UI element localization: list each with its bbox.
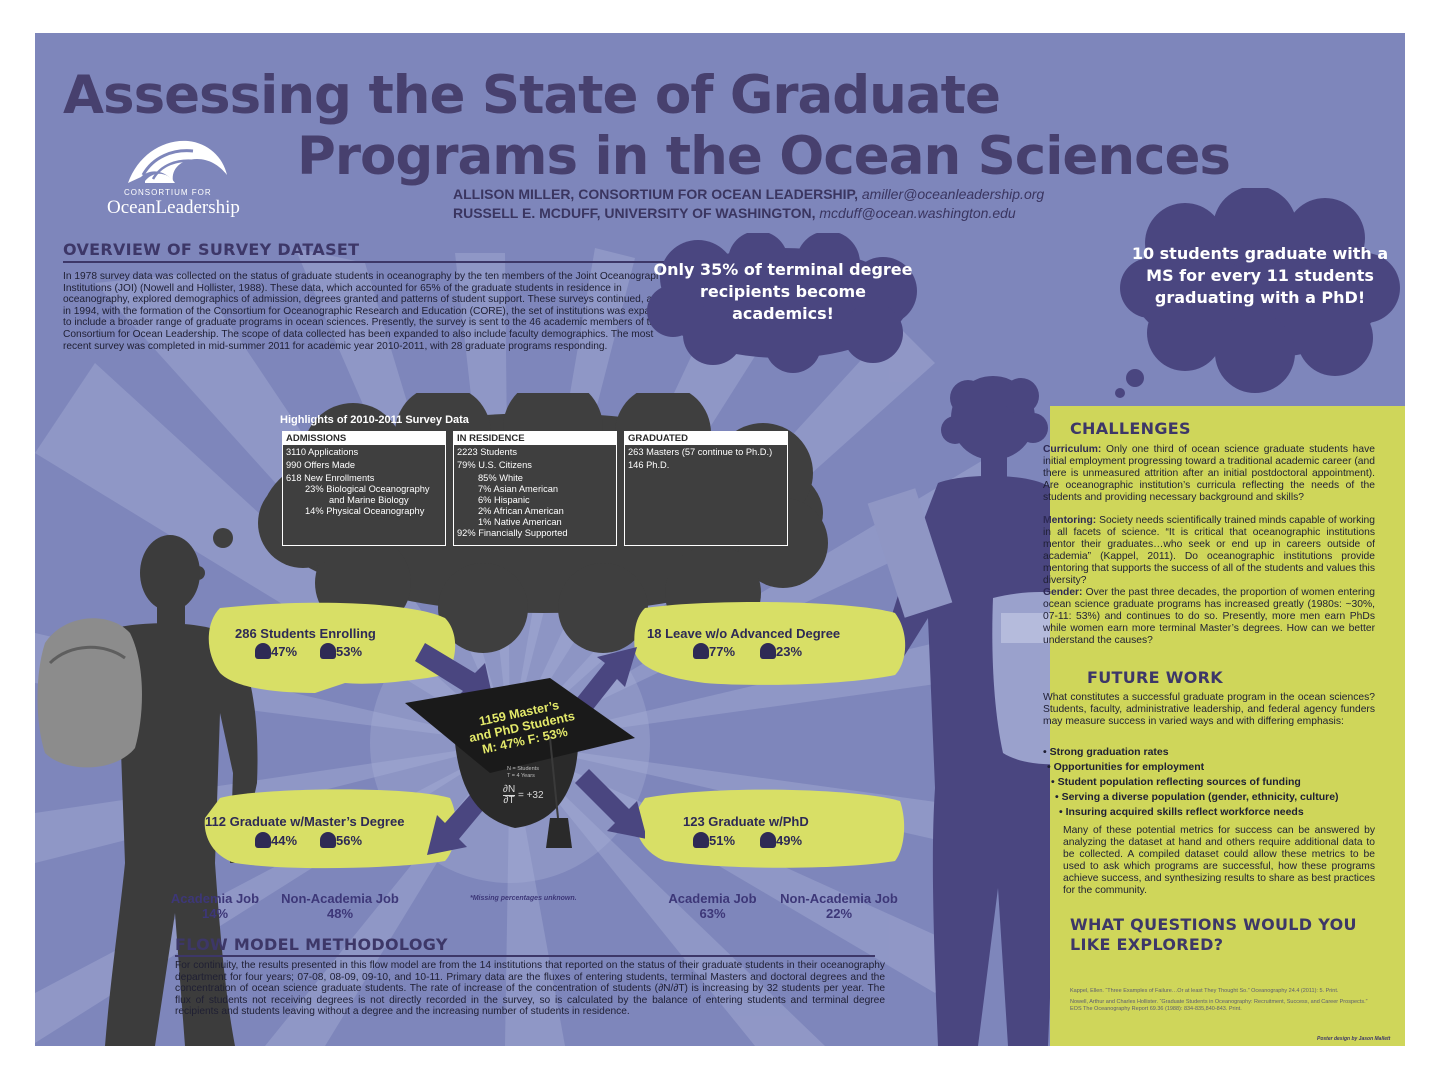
female-icon (320, 832, 336, 848)
leave-label: 18 Leave w/o Advanced Degree (647, 626, 841, 641)
overview-rule (63, 261, 668, 263)
poster: Assessing the State of Graduate Programs… (35, 33, 1405, 1046)
admissions-heading: ADMISSIONS (283, 432, 445, 445)
enrolling-female: 53% (320, 643, 362, 659)
male-icon (693, 643, 709, 659)
admissions-line: and Marine Biology (329, 495, 409, 505)
poster-title-line2: Programs in the Ocean Sciences (297, 126, 1231, 187)
residence-line: 6% Hispanic (478, 495, 530, 505)
enrolling-label: 286 Students Enrolling (235, 626, 376, 641)
graduated-line: 146 Ph.D. (628, 460, 670, 470)
highlights-title: Highlights of 2010-2011 Survey Data (280, 414, 469, 426)
cap-legend: N = Students T = 4 Years (507, 766, 539, 779)
future-work-closing: Many of these potential metrics for succ… (1063, 825, 1375, 896)
mentoring-paragraph: Mentoring: Society needs scientifically … (1043, 515, 1375, 586)
future-work-intro: What constitutes a successful graduate p… (1043, 692, 1375, 727)
enrolling-male: 47% (255, 643, 297, 659)
future-bullet: • Opportunities for employment (1047, 761, 1205, 773)
residence-box: IN RESIDENCE 2223 Students 79% U.S. Citi… (453, 431, 617, 546)
methodology-heading: FLOW MODEL METHODOLOGY (175, 935, 448, 954)
residence-line: 2% African American (478, 506, 564, 516)
residence-heading: IN RESIDENCE (454, 432, 616, 445)
reference-2: Nowell, Arthur and Charles Hollister. “G… (1070, 999, 1368, 1012)
author-1: ALLISON MILLER, CONSORTIUM FOR OCEAN LEA… (453, 186, 1045, 202)
logo-brand-text: OceanLeadership (107, 197, 240, 218)
masters-academia-job: Academia Job 14% (170, 891, 260, 921)
academics-cloud-text: Only 35% of terminal degree recipients b… (653, 260, 913, 323)
poster-title-line1: Assessing the State of Graduate (63, 65, 1001, 126)
ocean-leadership-logo: CONSORTIUM FOR OceanLeadership (107, 135, 247, 218)
admissions-line: 990 Offers Made (286, 460, 356, 470)
author-2: RUSSELL E. MCDUFF, UNIVERSITY OF WASHING… (453, 205, 1016, 221)
questions-heading: WHAT QUESTIONS WOULD YOU LIKE EXPLORED? (1070, 915, 1357, 954)
male-icon (255, 643, 271, 659)
admissions-box: ADMISSIONS 3110 Applications 990 Offers … (282, 431, 446, 546)
graduated-line: 263 Masters (57 continue to Ph.D.) (628, 447, 773, 457)
design-credit: Poster design by Jason Mallett (1317, 1036, 1391, 1042)
future-bullet: • Insuring acquired skills reflect workf… (1059, 806, 1304, 818)
leave-male: 77% (693, 643, 735, 659)
phd-academia-job: Academia Job 63% (668, 891, 757, 921)
admissions-line: 618 New Enrollments (286, 473, 375, 483)
male-icon (255, 832, 271, 848)
future-bullet: • Strong graduation rates (1043, 746, 1169, 758)
missing-note: *Missing percentages unknown. (470, 895, 577, 902)
challenges-heading: CHALLENGES (1070, 419, 1191, 438)
phd-female: 49% (760, 832, 802, 848)
residence-line: 7% Asian American (478, 484, 559, 494)
phd-male: 51% (693, 832, 735, 848)
graduated-heading: GRADUATED (625, 432, 787, 445)
residence-line: 92% Financially Supported (457, 528, 568, 538)
overview-heading: OVERVIEW OF SURVEY DATASET (63, 240, 360, 259)
admissions-line: 23% Biological Oceanography (305, 484, 430, 494)
phd-nonacademia-job: Non-Academia Job 22% (780, 891, 898, 921)
residence-line: 85% White (478, 473, 523, 483)
future-bullet: • Serving a diverse population (gender, … (1055, 791, 1339, 803)
wave-logo-icon (128, 140, 227, 183)
phd-label: 123 Graduate w/PhD (683, 814, 809, 829)
future-bullet: • Student population reflecting sources … (1051, 776, 1301, 788)
female-icon (760, 643, 776, 659)
residence-line: 2223 Students (457, 447, 517, 457)
residence-line: 1% Native American (478, 517, 562, 527)
admissions-line: 3110 Applications (286, 447, 359, 457)
methodology-rule (175, 955, 875, 957)
reference-1: Kappel, Ellen. “Three Examples of Failur… (1070, 988, 1339, 994)
methodology-body: For continuity, the results presented in… (175, 960, 885, 1018)
admissions-line: 14% Physical Oceanography (305, 506, 425, 516)
gender-paragraph: Gender: Over the past three decades, the… (1043, 587, 1375, 646)
graduated-box: GRADUATED 263 Masters (57 continue to Ph… (624, 431, 788, 546)
masters-male: 44% (255, 832, 297, 848)
cap-rate: ∂N ∂T = +32 (503, 784, 544, 806)
future-work-heading: FUTURE WORK (1087, 668, 1223, 687)
overview-body: In 1978 survey data was collected on the… (63, 271, 673, 352)
male-icon (693, 832, 709, 848)
female-icon (320, 643, 336, 659)
masters-nonacademia-job: Non-Academia Job 48% (281, 891, 399, 921)
ms-phd-cloud-text: 10 students graduate with a MS for every… (1131, 244, 1389, 307)
masters-female: 56% (320, 832, 362, 848)
residence-line: 79% U.S. Citizens (457, 460, 532, 470)
leave-female: 23% (760, 643, 802, 659)
curriculum-paragraph: Curriculum: Only one third of ocean scie… (1043, 444, 1375, 503)
masters-label: 112 Graduate w/Master’s Degree (205, 814, 405, 829)
logo-small-text: CONSORTIUM FOR (124, 188, 212, 197)
female-icon (760, 832, 776, 848)
